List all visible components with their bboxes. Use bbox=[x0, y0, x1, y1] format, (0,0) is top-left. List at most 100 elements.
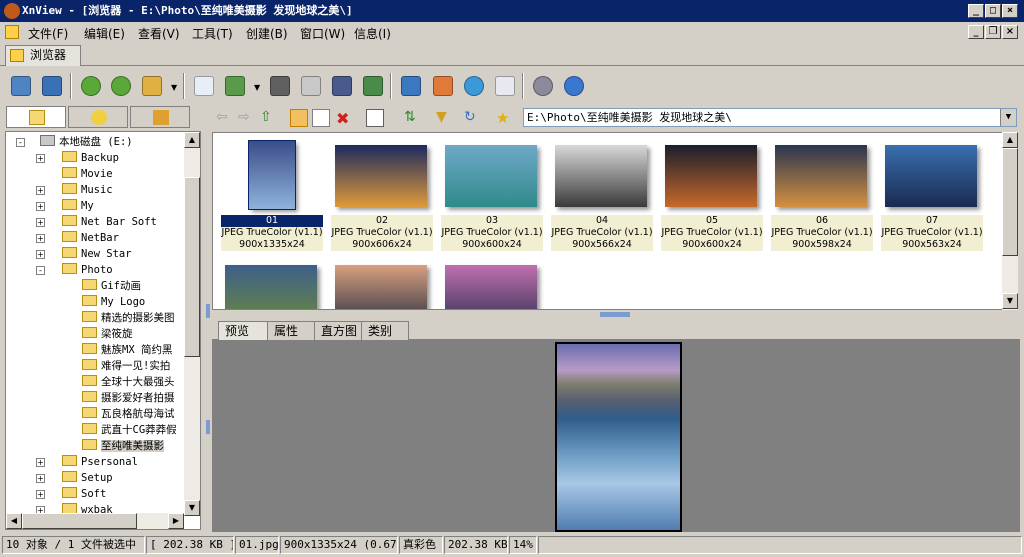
refresh-icon[interactable]: ↻ bbox=[464, 109, 482, 127]
contact-sheet-button[interactable] bbox=[490, 71, 520, 101]
tree-item[interactable]: 至纯唯美摄影 bbox=[82, 438, 164, 454]
path-combobox[interactable]: E:\Photo\至纯唯美摄影 发现地球之美\ ▼ bbox=[523, 108, 1017, 127]
tree-item[interactable]: 瓦良格航母海试 bbox=[82, 406, 175, 422]
scroll-down-icon[interactable]: ▼ bbox=[1002, 293, 1018, 309]
expand-icon[interactable]: + bbox=[36, 490, 45, 499]
tree-item[interactable]: Photo bbox=[62, 262, 113, 278]
menu-file[interactable]: 文件(F) bbox=[28, 25, 68, 42]
scan-button[interactable] bbox=[327, 71, 357, 101]
tab-browser[interactable]: 浏览器 bbox=[5, 45, 81, 66]
scroll-thumb[interactable] bbox=[1002, 148, 1018, 256]
fullscreen-button[interactable] bbox=[37, 71, 67, 101]
thumbnail-item[interactable]: 07 JPEG TrueColor (v1.1) 900x563x24 bbox=[881, 139, 983, 257]
copy-to-button[interactable] bbox=[220, 71, 250, 101]
favorite-star-icon[interactable]: ★ bbox=[496, 109, 514, 127]
close-button[interactable]: × bbox=[1002, 4, 1018, 18]
tree-item[interactable]: Net Bar Soft bbox=[62, 214, 157, 230]
tree-item[interactable]: 全球十大最强头 bbox=[82, 374, 175, 390]
view-mode-icon[interactable] bbox=[366, 109, 384, 127]
thumbnail-item[interactable]: 06 JPEG TrueColor (v1.1) 900x598x24 bbox=[771, 139, 873, 257]
menu-create[interactable]: 创建(B) bbox=[246, 25, 288, 42]
thumbnail-item[interactable]: 01 JPEG TrueColor (v1.1) 900x1335x24 bbox=[221, 139, 323, 257]
thumbnail-scrollbar[interactable]: ▲ ▼ bbox=[1002, 132, 1018, 310]
tree-item[interactable]: 武直十CG莽莽假 bbox=[82, 422, 177, 438]
options-button[interactable] bbox=[528, 71, 558, 101]
auto-rotate-button[interactable] bbox=[137, 71, 167, 101]
tab-favorites[interactable] bbox=[68, 106, 128, 128]
rotate-right-button[interactable] bbox=[106, 71, 136, 101]
tree-item[interactable]: NetBar bbox=[62, 230, 119, 246]
menu-tools[interactable]: 工具(T) bbox=[192, 25, 233, 42]
expand-icon[interactable]: + bbox=[36, 458, 45, 467]
open-image-button[interactable] bbox=[6, 71, 36, 101]
collapse-icon[interactable]: - bbox=[16, 138, 25, 147]
web-page-button[interactable] bbox=[459, 71, 489, 101]
tree-vertical-scrollbar[interactable]: ▲ ▼ bbox=[184, 132, 200, 516]
copy-to-dropdown-icon[interactable]: ▼ bbox=[254, 83, 260, 92]
filter-icon[interactable]: ▼ bbox=[436, 109, 454, 127]
delete-icon[interactable]: ✖ bbox=[336, 109, 354, 128]
tree-item[interactable]: 梁筱旋 bbox=[82, 326, 133, 342]
tree-item[interactable]: Setup bbox=[62, 470, 113, 486]
chevron-down-icon[interactable]: ▼ bbox=[1000, 109, 1016, 126]
capture-button[interactable] bbox=[396, 71, 426, 101]
tree-item[interactable]: Soft bbox=[62, 486, 106, 502]
expand-icon[interactable]: + bbox=[36, 186, 45, 195]
print-button[interactable] bbox=[296, 71, 326, 101]
sort-icon[interactable]: ⇅ bbox=[404, 109, 422, 127]
thumbnail-item[interactable] bbox=[441, 259, 543, 309]
parent-folder-icon[interactable]: ⇧ bbox=[260, 109, 278, 127]
panel-splitter-grip[interactable] bbox=[206, 420, 210, 434]
tree-item[interactable]: 难得一见!实拍 bbox=[82, 358, 170, 374]
tree-item[interactable]: 本地磁盘 (E:) bbox=[40, 134, 133, 150]
tree-item[interactable]: Music bbox=[62, 182, 113, 198]
tree-item[interactable]: Movie bbox=[62, 166, 113, 182]
new-folder-icon[interactable] bbox=[290, 109, 308, 127]
tab-categories[interactable]: 类别 bbox=[361, 321, 409, 340]
xnview-app-icon[interactable] bbox=[4, 3, 20, 19]
mdi-close-button[interactable]: × bbox=[1002, 25, 1018, 39]
thumbnail-view[interactable]: 01 JPEG TrueColor (v1.1) 900x1335x24 02 JPEG… bbox=[212, 132, 1018, 310]
scroll-up-icon[interactable]: ▲ bbox=[184, 132, 200, 148]
scroll-thumb[interactable] bbox=[184, 177, 200, 357]
scroll-up-icon[interactable]: ▲ bbox=[1002, 132, 1018, 148]
folder-tree[interactable]: - 本地磁盘 (E:) + Backup Movie + Music + My + Net Bar … bbox=[5, 131, 201, 530]
expand-icon[interactable]: + bbox=[36, 154, 45, 163]
back-arrow-icon[interactable]: ⇦ bbox=[216, 109, 234, 127]
collapse-icon[interactable]: - bbox=[36, 266, 45, 275]
splitter-grip[interactable] bbox=[600, 312, 630, 317]
slideshow-button[interactable] bbox=[358, 71, 388, 101]
expand-icon[interactable]: + bbox=[36, 250, 45, 259]
tab-preview[interactable]: 预览 bbox=[218, 321, 268, 340]
menu-window[interactable]: 窗口(W) bbox=[300, 25, 345, 42]
auto-rotate-dropdown-icon[interactable]: ▼ bbox=[171, 83, 177, 92]
scroll-down-icon[interactable]: ▼ bbox=[184, 500, 200, 516]
tree-item[interactable]: 精选的摄影美图 bbox=[82, 310, 175, 326]
hscroll-thumb[interactable] bbox=[22, 513, 137, 529]
search-button[interactable] bbox=[265, 71, 295, 101]
tab-categories[interactable] bbox=[130, 106, 190, 128]
tree-item[interactable]: My Logo bbox=[82, 294, 145, 310]
properties-button[interactable] bbox=[189, 71, 219, 101]
horizontal-splitter[interactable] bbox=[212, 311, 1018, 319]
expand-icon[interactable]: + bbox=[36, 202, 45, 211]
thumbnail-item[interactable]: 03 JPEG TrueColor (v1.1) 900x600x24 bbox=[441, 139, 543, 257]
expand-icon[interactable]: + bbox=[36, 218, 45, 227]
maximize-button[interactable]: □ bbox=[985, 4, 1001, 18]
minimize-button[interactable]: _ bbox=[968, 4, 984, 18]
rotate-left-button[interactable] bbox=[76, 71, 106, 101]
menu-view[interactable]: 查看(V) bbox=[138, 25, 180, 42]
tree-item[interactable]: Backup bbox=[62, 150, 119, 166]
tab-properties[interactable]: 属性 bbox=[267, 321, 315, 340]
forward-arrow-icon[interactable]: ⇨ bbox=[238, 109, 256, 127]
tree-item[interactable]: 魅族MX 简约黑 bbox=[82, 342, 172, 358]
scroll-left-icon[interactable]: ◀ bbox=[6, 513, 22, 529]
expand-icon[interactable]: + bbox=[36, 234, 45, 243]
tree-item[interactable]: My bbox=[62, 198, 94, 214]
mdi-restore-button[interactable]: ❐ bbox=[985, 25, 1001, 39]
set-wallpaper-button[interactable] bbox=[428, 71, 458, 101]
tab-histogram[interactable]: 直方图 bbox=[314, 321, 362, 340]
tree-item[interactable]: Gif动画 bbox=[82, 278, 141, 294]
thumbnail-item[interactable] bbox=[221, 259, 323, 309]
thumbnail-item[interactable] bbox=[331, 259, 433, 309]
